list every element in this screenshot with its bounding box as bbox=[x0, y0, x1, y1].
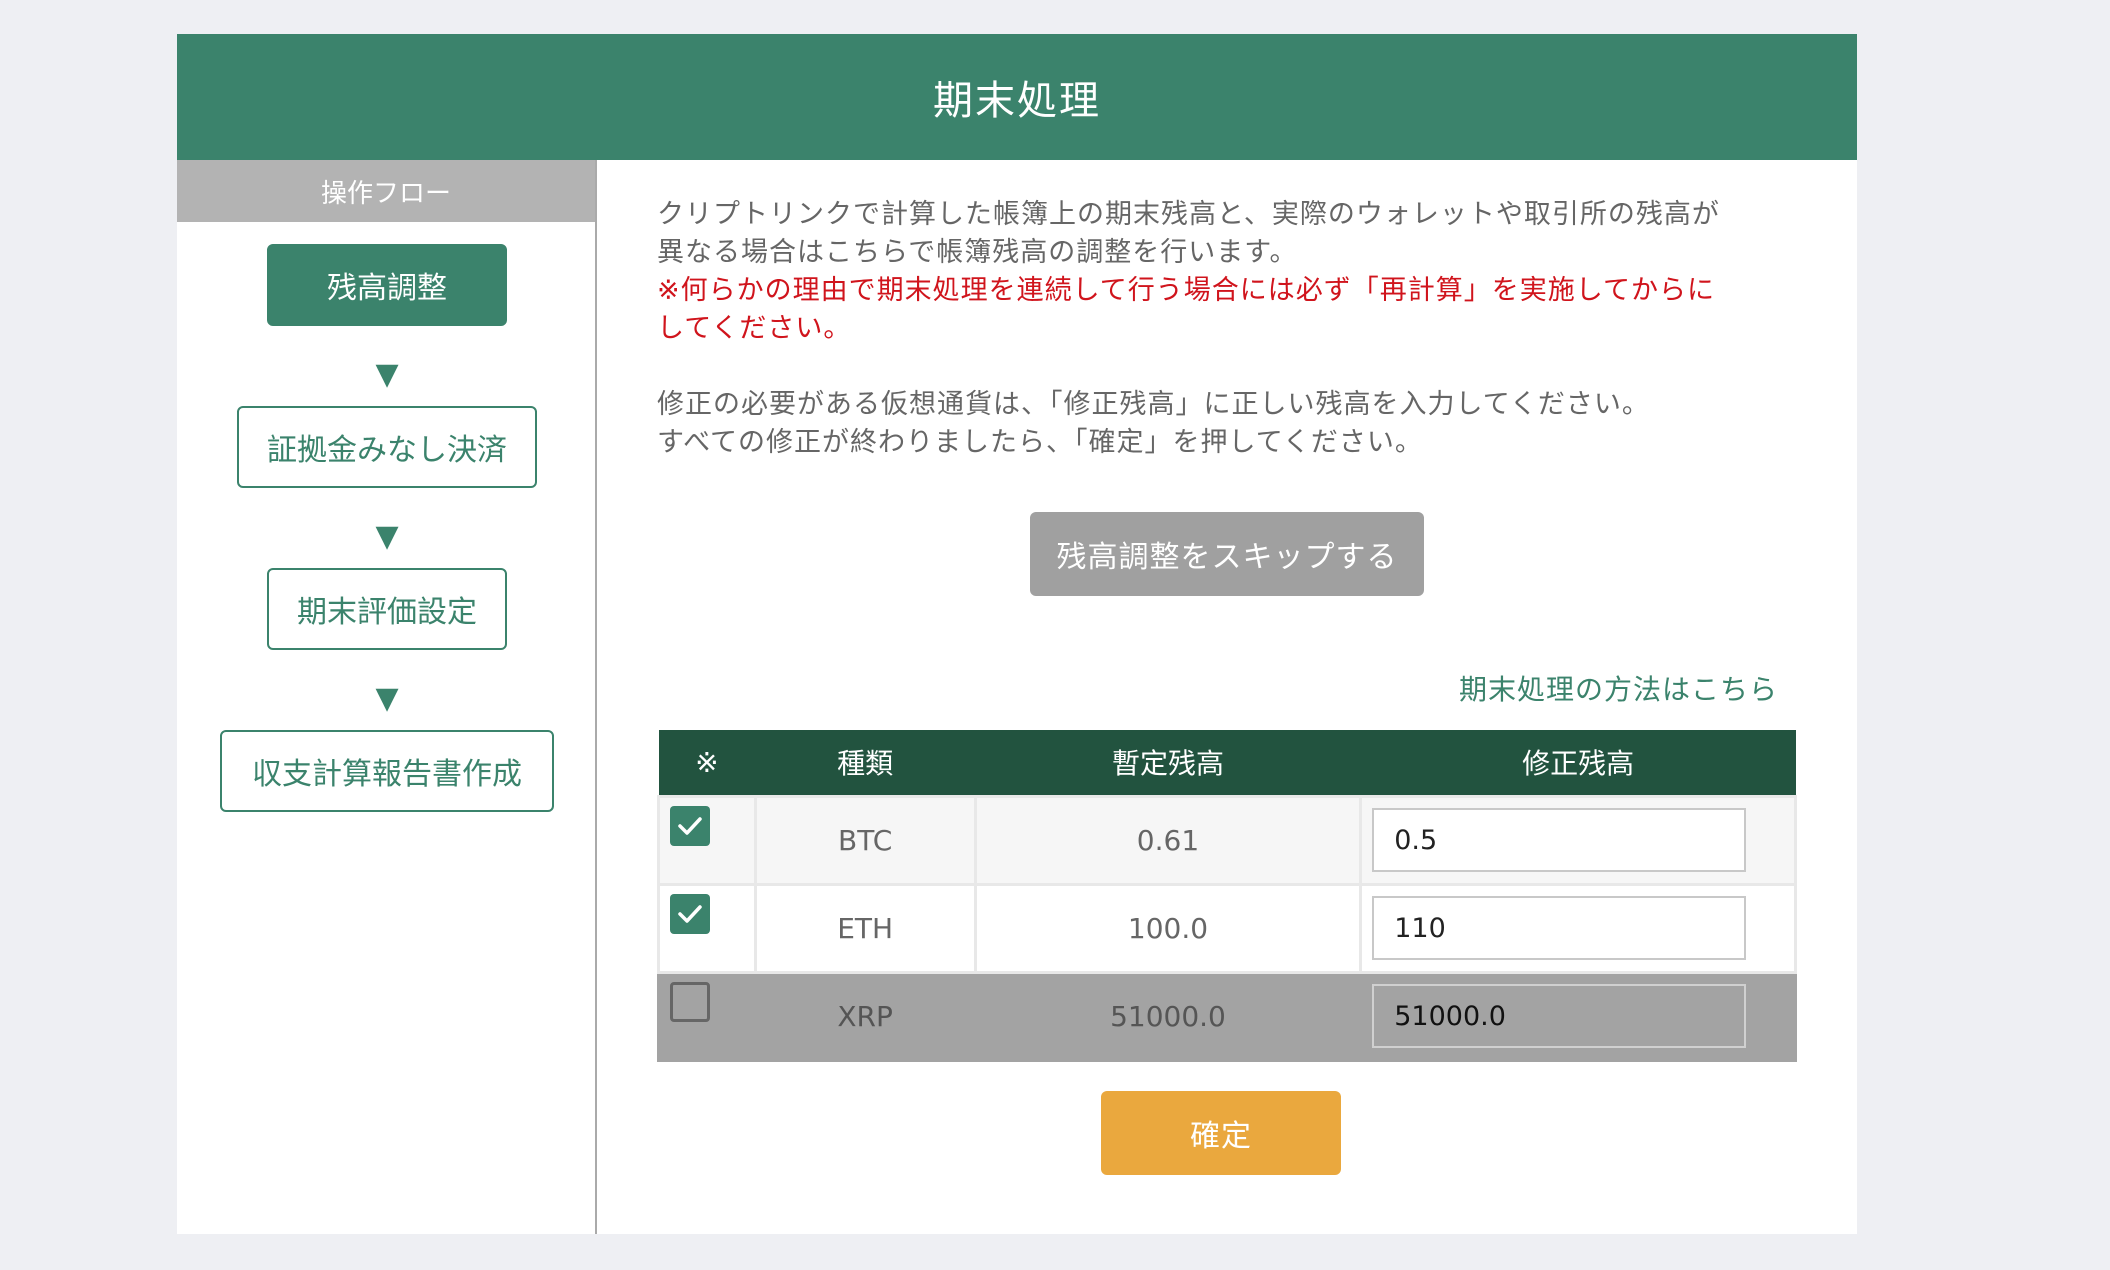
table-row: XRP 51000.0 bbox=[657, 970, 1797, 1062]
how-to-link[interactable]: 期末処理の方法はこちら bbox=[1459, 668, 1778, 708]
corrected-balance-input[interactable] bbox=[1372, 896, 1747, 960]
type-cell: BTC bbox=[753, 794, 977, 886]
main-content: クリプトリンクで計算した帳簿上の期末残高と、実際のウォレットや取引所の残高が 異… bbox=[597, 160, 1857, 1234]
flow-step-income-report[interactable]: 収支計算報告書作成 bbox=[220, 730, 554, 812]
check-cell bbox=[657, 970, 757, 1062]
provisional-cell: 100.0 bbox=[973, 882, 1363, 974]
confirm-button[interactable]: 確定 bbox=[1101, 1091, 1341, 1175]
page-title: 期末処理 bbox=[177, 34, 1857, 160]
balance-table: ※ 種類 暫定残高 修正残高 BTC 0.61 0.5 ETH 100.0 11… bbox=[657, 730, 1797, 1062]
flow-step-period-end-valuation[interactable]: 期末評価設定 bbox=[267, 568, 507, 650]
checkmark-icon bbox=[678, 816, 702, 835]
flow-step-margin-settlement[interactable]: 証拠金みなし決済 bbox=[237, 406, 537, 488]
table-row: BTC 0.61 bbox=[657, 794, 1797, 886]
column-header-corrected: 修正残高 bbox=[1360, 730, 1796, 796]
corrected-cell bbox=[1359, 794, 1797, 886]
warning-text: ※何らかの理由で期末処理を連続して行う場合には必ず「再計算」を実施してからに bbox=[657, 275, 1716, 306]
column-header-provisional: 暫定残高 bbox=[975, 730, 1361, 796]
check-cell bbox=[657, 882, 757, 974]
warning-text: してください。 bbox=[657, 313, 852, 344]
provisional-cell: 51000.0 bbox=[973, 970, 1363, 1062]
description: クリプトリンクで計算した帳簿上の期末残高と、実際のウォレットや取引所の残高が 異… bbox=[657, 196, 1817, 462]
corrected-balance-input[interactable] bbox=[1372, 984, 1747, 1048]
intro-text: 異なる場合はこちらで帳簿残高の調整を行います。 bbox=[657, 237, 1298, 268]
check-cell bbox=[657, 794, 757, 886]
flow-arrow-down-icon: ▼ bbox=[375, 681, 399, 716]
column-header-check: ※ bbox=[658, 730, 756, 796]
instruction-text: 修正の必要がある仮想通貨は、「修正残高」に正しい残高を入力してください。 bbox=[657, 389, 1650, 420]
type-cell: ETH bbox=[753, 882, 977, 974]
operation-flow-sidebar: 操作フロー 残高調整 ▼ 証拠金みなし決済 ▼ 期末評価設定 ▼ 収支計算報告書… bbox=[177, 160, 597, 1234]
flow-arrow-down-icon: ▼ bbox=[375, 519, 399, 554]
flow-step-balance-adjustment[interactable]: 残高調整 bbox=[267, 244, 507, 326]
skip-balance-adjustment-button[interactable]: 残高調整をスキップする bbox=[1030, 512, 1424, 596]
column-header-type: 種類 bbox=[755, 730, 976, 796]
flow-arrow-down-icon: ▼ bbox=[375, 357, 399, 392]
row-checkbox[interactable] bbox=[670, 893, 710, 934]
row-checkbox[interactable] bbox=[670, 981, 710, 1022]
corrected-cell bbox=[1359, 882, 1797, 974]
row-checkbox[interactable] bbox=[670, 805, 710, 846]
corrected-balance-input[interactable] bbox=[1372, 808, 1747, 872]
intro-text: クリプトリンクで計算した帳簿上の期末残高と、実際のウォレットや取引所の残高が bbox=[657, 199, 1720, 230]
checkmark-icon bbox=[678, 904, 702, 923]
table-row: ETH 100.0 bbox=[657, 882, 1797, 974]
period-end-panel: 期末処理 操作フロー 残高調整 ▼ 証拠金みなし決済 ▼ 期末評価設定 ▼ 収支… bbox=[177, 34, 1857, 1234]
flow-steps: 残高調整 ▼ 証拠金みなし決済 ▼ 期末評価設定 ▼ 収支計算報告書作成 bbox=[177, 222, 595, 1234]
instruction-text: すべての修正が終わりましたら、「確定」を押してください。 bbox=[657, 427, 1423, 458]
table-header-row: ※ 種類 暫定残高 修正残高 bbox=[658, 730, 1796, 796]
type-cell: XRP bbox=[753, 970, 977, 1062]
provisional-cell: 0.61 bbox=[973, 794, 1363, 886]
sidebar-title: 操作フロー bbox=[177, 160, 595, 222]
corrected-cell bbox=[1359, 970, 1797, 1062]
